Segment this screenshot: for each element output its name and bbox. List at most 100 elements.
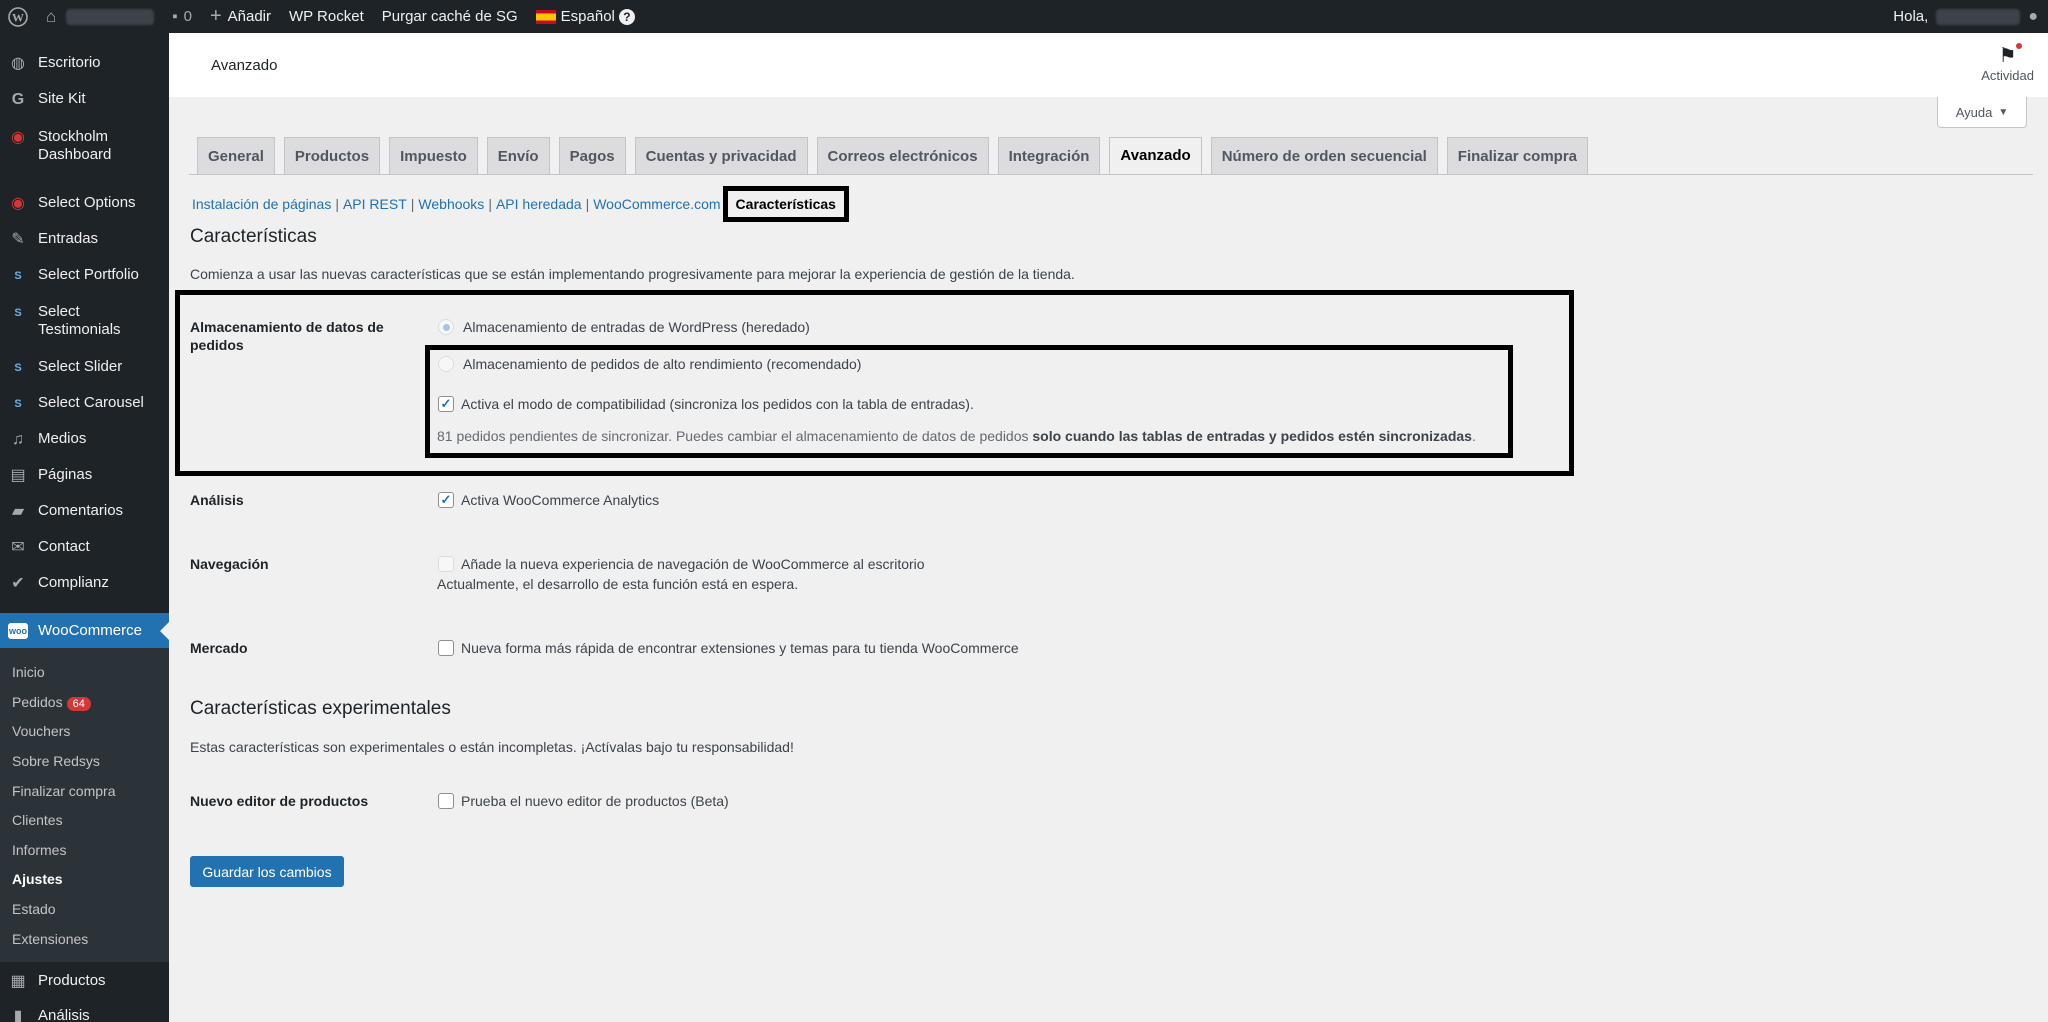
option-market[interactable]: Nueva forma más rápida de encontrar exte… [438, 640, 1019, 656]
submenu-clientes[interactable]: Clientes [12, 812, 63, 828]
sidebar-item-medios[interactable]: ♫ Medios [0, 430, 169, 450]
sidebar-item-woocommerce[interactable]: woo WooCommerce [0, 613, 169, 649]
admin-sidebar: ◍ Escritorio G Site Kit ◉ Stockholm Dashboa… [0, 33, 169, 1022]
stockholm-icon: ◉ [11, 195, 25, 212]
product-editor-label: Nuevo editor de productos [190, 793, 369, 809]
wordpress-logo-icon[interactable]: W [0, 0, 37, 33]
svg-text:W: W [12, 10, 24, 24]
features-description: Comienza a usar las nuevas característic… [190, 266, 1075, 282]
link-caracteristicas-current[interactable]: Características [722, 186, 849, 222]
submenu-finalizar-compra[interactable]: Finalizar compra [12, 783, 115, 799]
radio-hpos[interactable] [438, 356, 454, 372]
option-analytics[interactable]: ✓ Activa WooCommerce Analytics [438, 492, 659, 508]
checkbox-product-editor[interactable] [438, 793, 454, 809]
tab-cuentas-privacidad[interactable]: Cuentas y privacidad [634, 137, 808, 174]
notification-dot [2016, 43, 2022, 49]
sidebar-item-select-options[interactable]: ◉ Select Options [0, 194, 169, 214]
site-home-link[interactable]: ⌂ [37, 0, 163, 33]
link-api-rest[interactable]: API REST [343, 196, 407, 212]
checkbox-analytics[interactable]: ✓ [438, 492, 454, 508]
submenu-estado[interactable]: Estado [12, 901, 56, 917]
tab-avanzado[interactable]: Avanzado [1109, 137, 1202, 174]
check-icon: ✔ [11, 575, 25, 592]
market-label: Mercado [190, 640, 248, 656]
tab-numero-orden[interactable]: Número de orden secuencial [1210, 137, 1438, 174]
tab-general[interactable]: General [197, 137, 275, 174]
submenu-extensiones[interactable]: Extensiones [12, 931, 88, 947]
link-woocommerce-com[interactable]: WooCommerce.com [593, 196, 720, 212]
home-icon: ⌂ [46, 6, 57, 26]
sidebar-item-select-carousel[interactable]: S Select Carousel [0, 394, 169, 414]
help-button[interactable]: Ayuda ▼ [1937, 97, 2027, 128]
sidebar-item-productos[interactable]: ▦ Productos [0, 972, 169, 992]
sidebar-item-analisis[interactable]: ▮ Análisis [0, 1007, 169, 1022]
flag-icon: ⚑ [1981, 43, 2034, 68]
option-compat-mode[interactable]: ✓ Activa el modo de compatibilidad (sinc… [438, 396, 974, 412]
option-product-editor[interactable]: Prueba el nuevo editor de productos (Bet… [438, 793, 729, 809]
sidebar-item-site-kit[interactable]: G Site Kit [0, 90, 169, 110]
tab-finalizar-compra[interactable]: Finalizar compra [1446, 137, 1588, 174]
add-new-link[interactable]: + Añadir [201, 0, 280, 33]
submenu-inicio[interactable]: Inicio [12, 664, 45, 680]
google-g-icon: G [11, 91, 25, 108]
caret-down-icon: ▼ [1998, 106, 2009, 118]
tab-envio[interactable]: Envío [486, 137, 550, 174]
submenu-sobre-redsys[interactable]: Sobre Redsys [12, 753, 100, 769]
checkbox-market[interactable] [438, 640, 454, 656]
submenu-informes[interactable]: Informes [12, 842, 66, 858]
purge-cache-link[interactable]: Purgar caché de SG [373, 0, 527, 33]
sidebar-item-escritorio[interactable]: ◍ Escritorio [0, 54, 169, 74]
checkbox-compat-mode[interactable]: ✓ [438, 396, 454, 412]
tab-productos[interactable]: Productos [283, 137, 381, 174]
tab-impuesto[interactable]: Impuesto [389, 137, 478, 174]
select-s-icon: S [14, 362, 22, 374]
comments-link[interactable]: ▪ 0 [163, 0, 201, 33]
order-storage-label: Almacenamiento de datos de pedidos [190, 319, 384, 353]
orders-count-badge: 64 [66, 697, 91, 711]
media-icon: ♫ [12, 431, 24, 448]
sidebar-item-stockholm-dashboard[interactable]: ◉ Stockholm Dashboard [0, 128, 169, 164]
tab-pagos[interactable]: Pagos [558, 137, 626, 174]
analytics-icon: ▮ [13, 1008, 23, 1022]
tab-divider [189, 174, 2033, 175]
submenu-pedidos[interactable]: Pedidos 64 [12, 694, 91, 711]
analytics-label: Análisis [190, 492, 244, 508]
save-changes-button[interactable]: Guardar los cambios [190, 856, 344, 887]
avatar-icon: ● [2028, 7, 2038, 25]
option-navigation[interactable]: Añade la nueva experiencia de navegación… [438, 556, 925, 572]
link-instalacion-paginas[interactable]: Instalación de páginas [192, 196, 331, 212]
link-api-heredada[interactable]: API heredada [496, 196, 582, 212]
option-hpos-storage[interactable]: Almacenamiento de pedidos de alto rendim… [438, 356, 861, 372]
site-name-redacted [66, 8, 155, 25]
sidebar-item-entradas[interactable]: ✎ Entradas [0, 230, 169, 250]
select-s-icon: S [14, 270, 22, 282]
sidebar-item-select-slider[interactable]: S Select Slider [0, 358, 169, 378]
activity-panel-button[interactable]: ⚑ Actividad [1981, 43, 2034, 83]
stockholm-icon: ◉ [11, 129, 25, 146]
experimental-description: Estas características son experimentales… [190, 739, 794, 755]
sidebar-item-contact[interactable]: ✉ Contact [0, 538, 169, 558]
my-account[interactable]: Hola, ● [1893, 0, 2038, 33]
comments-icon: ▰ [11, 503, 25, 520]
submenu-ajustes[interactable]: Ajustes [12, 871, 63, 887]
sidebar-item-select-portfolio[interactable]: S Select Portfolio [0, 266, 169, 286]
products-icon: ▦ [10, 973, 26, 990]
sidebar-item-complianz[interactable]: ✔ Complianz [0, 574, 169, 594]
tab-integracion[interactable]: Integración [997, 137, 1101, 174]
tab-correos[interactable]: Correos electrónicos [816, 137, 989, 174]
sidebar-item-comentarios[interactable]: ▰ Comentarios [0, 502, 169, 522]
woocommerce-header: Avanzado ⚑ Actividad [169, 33, 2048, 97]
link-webhooks[interactable]: Webhooks [418, 196, 484, 212]
wp-rocket-link[interactable]: WP Rocket [280, 0, 373, 33]
submenu-vouchers[interactable]: Vouchers [12, 723, 70, 739]
question-icon[interactable]: ? [618, 8, 635, 25]
sidebar-item-select-testimonials[interactable]: S Select Testimonials [0, 303, 169, 339]
sidebar-item-paginas[interactable]: ▤ Páginas [0, 466, 169, 486]
radio-wp-posts[interactable] [438, 319, 454, 335]
settings-tabs: General Productos Impuesto Envío Pagos C… [197, 137, 1588, 174]
language-switcher[interactable]: Español ? [527, 0, 644, 33]
woocommerce-submenu: Inicio Pedidos 64 Vouchers Sobre Redsys F… [0, 648, 169, 962]
option-wp-posts-storage[interactable]: Almacenamiento de entradas de WordPress … [438, 319, 810, 335]
checkbox-navigation[interactable] [438, 556, 454, 572]
sync-note: 81 pedidos pendientes de sincronizar. Pu… [437, 428, 1476, 444]
